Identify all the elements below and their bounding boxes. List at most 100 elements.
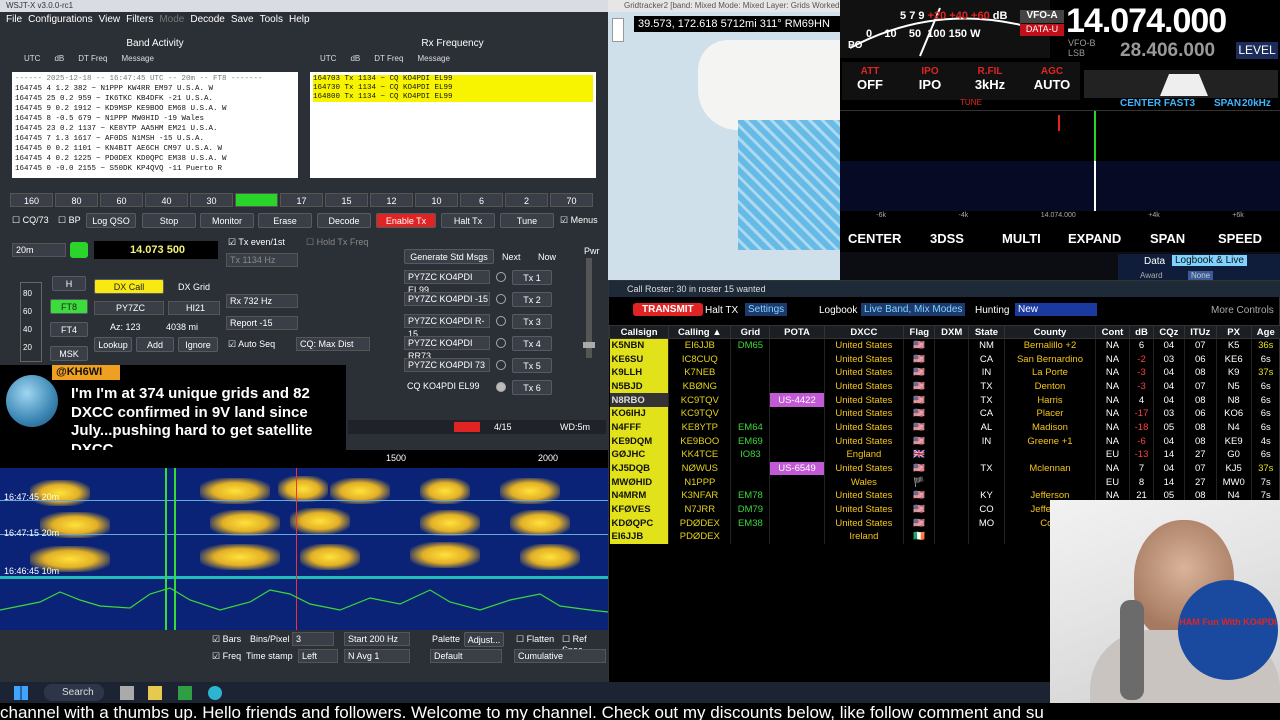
zoom-control[interactable] [612, 18, 624, 42]
generate-std-msgs-button[interactable]: Generate Std Msgs [404, 249, 494, 264]
dx-call-input[interactable]: PY7ZC [94, 301, 164, 315]
roster-row[interactable]: KJ5DQB NØWUS US-6549 United States 🇺🇸 TX Mclen… [609, 461, 1280, 476]
cq-select[interactable]: CQ: Max Dist [296, 337, 370, 351]
rx-frequency-list[interactable]: 164703 Tx 1134 ~ CQ KO4PDI EL99 164730 T… [310, 72, 596, 178]
hdr-pota[interactable]: POTA [769, 325, 825, 339]
ft4-button[interactable]: FT4 [50, 322, 88, 337]
center-button[interactable]: CENTER [848, 231, 901, 246]
browser-icon[interactable] [208, 686, 222, 700]
pwr-slider-handle[interactable] [583, 342, 595, 348]
decode-row[interactable]: 164745 9 0.2 1912 ~ KD9MSP KE9BOO EM68 U… [15, 104, 295, 114]
tx-radio-2[interactable] [496, 294, 506, 304]
tx-msg-1[interactable]: PY7ZC KO4PDI EL99 [404, 270, 490, 295]
tx-msg-2[interactable]: PY7ZC KO4PDI -15 [404, 292, 490, 306]
speed-button[interactable]: SPEED [1218, 231, 1262, 246]
band-12[interactable]: 12 [370, 193, 413, 207]
menu-view[interactable]: View [99, 12, 121, 28]
span-button[interactable]: SPAN [1150, 231, 1185, 246]
band-70[interactable]: 70 [550, 193, 593, 207]
tx3-button[interactable]: Tx 3 [512, 313, 552, 329]
tx-msg-6[interactable]: CQ KO4PDI EL99 [404, 380, 490, 394]
hdr-flag[interactable]: Flag [903, 325, 936, 339]
menu-file[interactable]: File [6, 12, 22, 28]
band-select[interactable]: 20m [12, 243, 66, 257]
band-40[interactable]: 40 [145, 193, 188, 207]
hdr-ituz[interactable]: ITUz [1183, 325, 1217, 339]
timestamp-select[interactable]: Left [298, 649, 338, 663]
band-15[interactable]: 15 [325, 193, 368, 207]
band-6[interactable]: 6 [460, 193, 503, 207]
flatten-checkbox[interactable]: ☐ Flatten [516, 634, 554, 645]
att-status[interactable]: ATT OFF [850, 66, 890, 92]
stop-button[interactable]: Stop [142, 213, 196, 228]
decode-button[interactable]: Decode [317, 213, 371, 228]
bars-checkbox[interactable]: ☑ Bars [212, 634, 241, 645]
rx-message[interactable]: 164800 Tx 1134 ~ CQ KO4PDI EL99 [313, 93, 593, 102]
hdr-state[interactable]: State [967, 325, 1006, 339]
band-160[interactable]: 160 [10, 193, 53, 207]
band-20[interactable]: 20 [235, 193, 278, 207]
enable-tx-button[interactable]: Enable Tx [376, 213, 436, 228]
hunting-select[interactable]: New [1015, 303, 1097, 316]
tx-radio-1[interactable] [496, 272, 506, 282]
hdr-cqz[interactable]: CQz [1153, 325, 1185, 339]
bp-checkbox[interactable]: ☐ BP [58, 215, 81, 226]
tx-radio-3[interactable] [496, 316, 506, 326]
auto-seq-checkbox[interactable]: ☑ Auto Seq [228, 339, 275, 350]
hdr-px[interactable]: PX [1215, 325, 1252, 339]
multi-button[interactable]: MULTI [1002, 231, 1041, 246]
more-controls-button[interactable]: More Controls [1211, 305, 1274, 316]
pwr-slider[interactable] [583, 258, 595, 358]
band-30[interactable]: 30 [190, 193, 233, 207]
hdr-calling[interactable]: Calling ▲ [668, 325, 732, 339]
award-select[interactable]: None [1188, 271, 1214, 280]
windows-start-icon[interactable] [14, 686, 28, 700]
expand-button[interactable]: EXPAND [1068, 231, 1121, 246]
decode-row[interactable]: 164745 0 -0.0 2155 ~ S50DK KP4QVQ -11 Pu… [15, 164, 295, 174]
hdr-dxcc[interactable]: DXCC [823, 325, 905, 339]
adjust-button[interactable]: Adjust... [464, 632, 504, 647]
hdr-dxm[interactable]: DXM [934, 325, 969, 339]
rx-freq-spinner[interactable]: Rx 732 Hz [226, 294, 298, 308]
decode-row[interactable]: 164745 0 0.2 1101 ~ KN4BIT AE6CH CM97 U.… [15, 144, 295, 154]
h-button[interactable]: H [52, 276, 86, 291]
band-2[interactable]: 2 [505, 193, 548, 207]
agc-status[interactable]: AGC AUTO [1030, 66, 1074, 92]
gridtracker-map[interactable]: Gridtracker2 [band: Mixed Mode: Mixed La… [608, 0, 840, 280]
explorer-icon[interactable] [148, 686, 162, 700]
tx-radio-4[interactable] [496, 338, 506, 348]
3dss-button[interactable]: 3DSS [930, 231, 964, 246]
hdr-cont[interactable]: Cont [1094, 325, 1131, 339]
decode-row[interactable]: 164745 23 0.2 1137 ~ KE8YTP AA5HM EM21 U… [15, 124, 295, 134]
spectrum-type-select[interactable]: Cumulative [514, 649, 606, 663]
ft8-button[interactable]: FT8 [50, 299, 88, 314]
band-scope[interactable] [840, 110, 1280, 212]
log-qso-button[interactable]: Log QSO [86, 213, 136, 228]
menu-help[interactable]: Help [289, 12, 310, 28]
dx-grid-input[interactable]: HI21 [168, 301, 220, 315]
waterfall-display[interactable]: 1500 2000 16:47:45 20m 16:47:15 20m 16:4… [0, 450, 608, 630]
msk-button[interactable]: MSK [50, 346, 88, 361]
app-icon[interactable] [178, 686, 192, 700]
report-spinner[interactable]: Report -15 [226, 316, 298, 330]
hdr-age[interactable]: Age [1250, 325, 1280, 339]
decode-row[interactable]: 164745 25 0.2 959 ~ IK6TKC KB4DFK -21 U.… [15, 94, 295, 104]
tx-even-checkbox[interactable]: ☑ Tx even/1st [228, 237, 285, 248]
ignore-button[interactable]: Ignore [178, 337, 218, 352]
hdr-callsign[interactable]: Callsign [608, 325, 670, 339]
roster-row[interactable]: N4FFF KE8YTP EM64 United States 🇺🇸 AL Madison N… [609, 420, 1280, 435]
tx-msg-5[interactable]: PY7ZC KO4PDI 73 [404, 358, 490, 372]
erase-button[interactable]: Erase [258, 213, 312, 228]
roster-row[interactable]: KO6IHJ KC9TQV United States 🇺🇸 CA Placer NA -17… [609, 406, 1280, 421]
roster-row[interactable]: N8RBO KC9TQV US-4422 United States 🇺🇸 TX Harri… [609, 393, 1280, 407]
ipo-status[interactable]: IPO IPO [910, 66, 950, 92]
lookup-button[interactable]: Lookup [94, 337, 132, 352]
roster-row[interactable]: KE6SU IC8CUQ United States 🇺🇸 CA San Bernardi… [609, 352, 1280, 366]
band-60[interactable]: 60 [100, 193, 143, 207]
menu-decode[interactable]: Decode [190, 12, 224, 28]
level-button[interactable]: LEVEL [1236, 42, 1278, 59]
band-10[interactable]: 10 [415, 193, 458, 207]
bins-spinner[interactable]: 3 [292, 632, 334, 646]
roster-transmit-button[interactable]: TRANSMIT [633, 303, 703, 316]
decode-row[interactable]: 164745 7 1.3 1617 ~ AF0DS N1MSH -15 U.S.… [15, 134, 295, 144]
